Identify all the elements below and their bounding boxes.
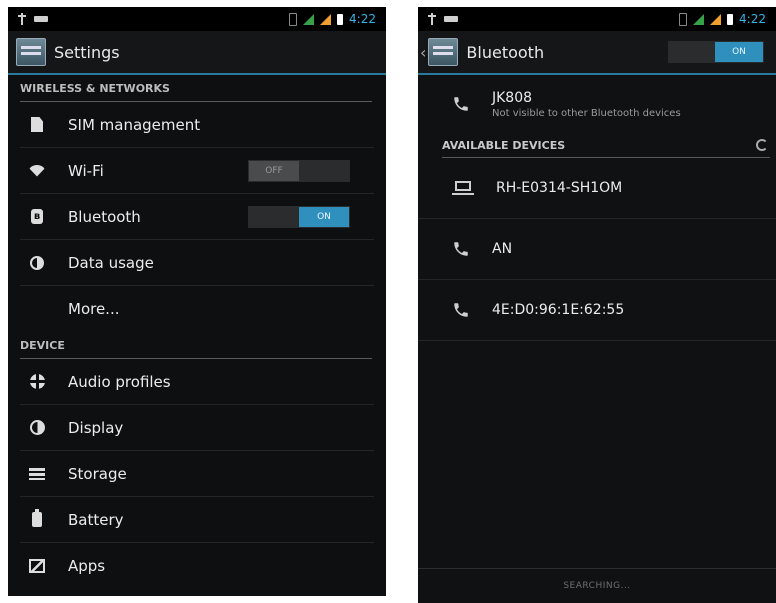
section-label: AVAILABLE DEVICES xyxy=(442,138,566,152)
settings-item-label: Display xyxy=(68,418,124,437)
device-name: 4E:D0:96:1E:62:55 xyxy=(492,302,625,318)
settings-item-label: More... xyxy=(68,300,120,318)
signal-icon xyxy=(303,13,315,25)
usb-icon xyxy=(428,13,436,25)
section-header-wireless: WIRELESS & NETWORKS xyxy=(20,75,372,102)
vibrate-icon xyxy=(289,12,298,26)
settings-screen: 4:22 Settings WIRELESS & NETWORKS SIM ma… xyxy=(8,7,386,596)
signal-icon xyxy=(693,13,705,25)
device-name: RH-E0314-SH1OM xyxy=(496,180,623,196)
settings-item-label: Battery xyxy=(68,510,124,529)
wifi-icon xyxy=(29,164,45,177)
laptop-icon xyxy=(452,181,474,195)
available-device-item[interactable]: RH-E0314-SH1OM xyxy=(418,158,776,219)
wifi-toggle[interactable]: OFF xyxy=(248,159,350,182)
action-bar: ‹ Bluetooth ON xyxy=(418,31,776,75)
toggle-state: ON xyxy=(715,42,763,62)
page-title: Settings xyxy=(54,42,120,62)
action-bar: Settings xyxy=(8,31,386,75)
usb-icon xyxy=(18,13,26,25)
toggle-state: OFF xyxy=(249,160,299,181)
scanning-spinner-icon xyxy=(756,139,768,151)
settings-item-label: Bluetooth xyxy=(68,207,141,226)
settings-item-wifi[interactable]: Wi-Fi OFF xyxy=(20,148,374,194)
settings-item-label: SIM management xyxy=(68,115,201,134)
settings-item-audio-profiles[interactable]: Audio profiles xyxy=(20,359,374,405)
settings-item-bluetooth[interactable]: ʙ Bluetooth ON xyxy=(20,194,374,240)
notification-icon xyxy=(444,16,458,22)
settings-item-label: Storage xyxy=(68,464,127,483)
section-header-device: DEVICE xyxy=(20,332,372,359)
status-bar: 4:22 xyxy=(418,7,776,31)
settings-item-label: Data usage xyxy=(68,253,154,272)
sim-card-icon xyxy=(31,117,43,132)
settings-item-more[interactable]: More... xyxy=(20,286,374,332)
battery-icon xyxy=(337,13,344,25)
available-device-item[interactable]: AN xyxy=(418,219,776,280)
status-time: 4:22 xyxy=(349,12,376,26)
toggle-state: ON xyxy=(299,206,349,227)
phone-icon xyxy=(452,301,470,319)
bluetooth-toggle[interactable]: ON xyxy=(248,205,350,228)
settings-item-storage[interactable]: Storage xyxy=(20,451,374,497)
battery-icon xyxy=(727,13,734,25)
page-title: Bluetooth xyxy=(466,42,545,62)
bluetooth-screen: 4:22 ‹ Bluetooth ON JK808 Not visible to… xyxy=(418,7,776,603)
searching-label: SEARCHING... xyxy=(563,581,631,591)
settings-item-display[interactable]: Display xyxy=(20,405,374,451)
apps-icon xyxy=(29,559,45,573)
section-header-available-devices: AVAILABLE DEVICES xyxy=(442,133,770,158)
signal-icon-2 xyxy=(320,13,332,25)
status-time: 4:22 xyxy=(739,12,766,26)
settings-app-icon[interactable] xyxy=(428,38,459,66)
notification-icon xyxy=(34,16,48,22)
storage-icon xyxy=(29,467,45,480)
settings-item-label: Apps xyxy=(68,557,106,575)
back-chevron-icon[interactable]: ‹ xyxy=(420,43,426,62)
phone-icon xyxy=(452,95,470,113)
audio-profiles-icon xyxy=(29,374,45,389)
bluetooth-icon: ʙ xyxy=(31,209,43,224)
settings-item-label: Audio profiles xyxy=(68,372,171,391)
status-bar: 4:22 xyxy=(8,7,386,31)
settings-item-sim[interactable]: SIM management xyxy=(20,102,374,148)
vibrate-icon xyxy=(679,12,688,26)
signal-icon-2 xyxy=(710,13,722,25)
this-device-item[interactable]: JK808 Not visible to other Bluetooth dev… xyxy=(418,75,776,133)
visibility-status: Not visible to other Bluetooth devices xyxy=(492,107,681,119)
data-usage-icon xyxy=(30,255,44,270)
available-device-item[interactable]: 4E:D0:96:1E:62:55 xyxy=(418,280,776,341)
screenshot-canvas: 4:22 Settings WIRELESS & NETWORKS SIM ma… xyxy=(0,0,776,603)
settings-item-label: Wi-Fi xyxy=(68,161,104,180)
phone-icon xyxy=(452,240,470,258)
settings-item-apps[interactable]: Apps xyxy=(20,543,374,589)
settings-item-data-usage[interactable]: Data usage xyxy=(20,240,374,286)
settings-app-icon[interactable] xyxy=(16,38,46,66)
settings-item-battery[interactable]: Battery xyxy=(20,497,374,543)
search-status-bar[interactable]: SEARCHING... xyxy=(418,568,776,603)
bluetooth-master-toggle[interactable]: ON xyxy=(668,41,764,63)
battery-icon xyxy=(32,509,42,527)
device-name: AN xyxy=(492,241,513,257)
display-icon xyxy=(29,420,45,435)
device-name: JK808 xyxy=(492,89,533,106)
